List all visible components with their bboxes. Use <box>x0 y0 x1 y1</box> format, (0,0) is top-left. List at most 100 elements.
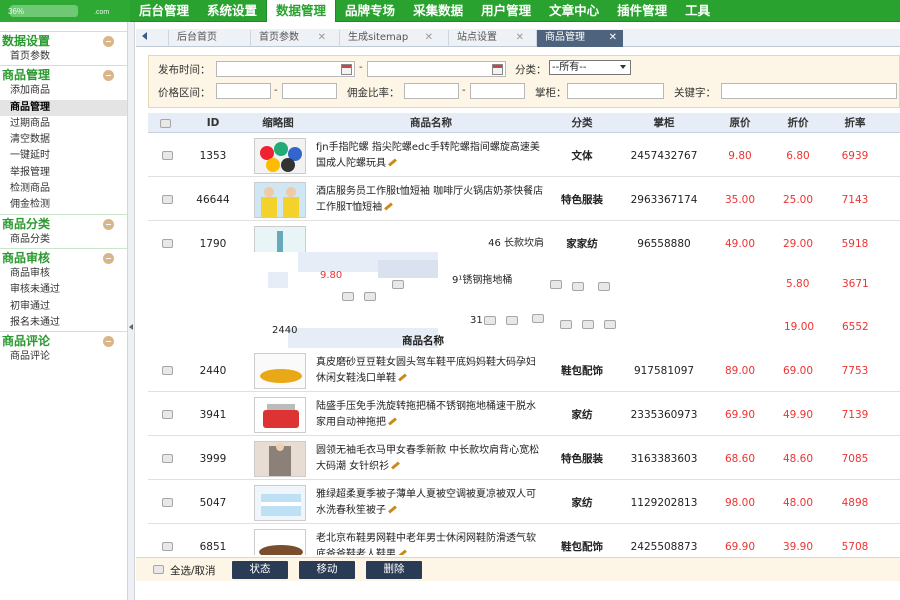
sidebar-item-report-management[interactable]: 举报管理 <box>0 165 127 181</box>
table-row[interactable]: 3941 陆盛手压免手洗旋转拖把桶不锈钢拖地桶速干脱水家用自动神拖把 家纺 23… <box>148 393 900 436</box>
edit-pencil-icon[interactable] <box>398 549 407 555</box>
keyword-input[interactable] <box>721 83 897 99</box>
sidebar-item-goods-comments[interactable]: 商品评论 <box>0 349 127 365</box>
select-all-label[interactable]: 全选/取消 <box>170 563 216 578</box>
nav-backend[interactable]: 后台管理 <box>130 0 198 22</box>
collapse-icon[interactable] <box>103 36 114 47</box>
nav-data-management[interactable]: 数据管理 <box>266 0 337 22</box>
tab-sitemap[interactable]: 生成sitemap ✕ <box>339 30 439 47</box>
nav-system-settings[interactable]: 系统设置 <box>198 0 266 22</box>
row-name[interactable]: 老北京布鞋男网鞋中老年男士休闲网鞋防滑透气软底爸爸鞋老人鞋男 <box>316 525 546 555</box>
table-row[interactable]: 5047 雅绿超柔夏季被子薄单人夏被空调被夏凉被双人可水洗春秋笙被子 家纺 11… <box>148 481 900 524</box>
collapse-icon[interactable] <box>103 70 114 82</box>
sidebar-item-goods-management[interactable]: 商品管理 <box>0 99 127 116</box>
commission-max-input[interactable] <box>470 83 525 99</box>
product-thumbnail[interactable] <box>254 440 306 477</box>
edit-pencil-icon[interactable] <box>398 373 407 382</box>
select-all-header-checkbox[interactable] <box>160 113 174 133</box>
sidebar-item-commission-check[interactable]: 佣金检测 <box>0 197 127 213</box>
sidebar-item-home-params[interactable]: 首页参数 <box>0 49 127 65</box>
select-all-checkbox[interactable] <box>153 565 164 574</box>
row-name[interactable]: 雅绿超柔夏季被子薄单人夏被空调被夏凉被双人可水洗春秋笙被子 <box>316 481 546 524</box>
sidebar-item-goods-category[interactable]: 商品分类 <box>0 232 127 248</box>
sidebar-group-goods-management[interactable]: 商品管理 <box>0 65 127 83</box>
row-name[interactable]: 陆盛手压免手洗旋转拖把桶不锈钢拖地桶速干脱水家用自动神拖把 <box>316 393 546 436</box>
row-checkbox[interactable] <box>161 239 173 248</box>
row-checkbox[interactable] <box>161 454 173 463</box>
edit-pencil-icon[interactable] <box>388 158 397 167</box>
product-thumbnail[interactable] <box>254 484 306 521</box>
sidebar-item-clear-data[interactable]: 清空数据 <box>0 132 127 148</box>
product-thumbnail[interactable] <box>254 528 306 555</box>
tab-backend-home[interactable]: 后台首页 <box>168 30 244 47</box>
publish-time-label: 发布时间： <box>158 64 211 76</box>
sidebar-item-one-click-delay[interactable]: 一键延时 <box>0 148 127 164</box>
table-row[interactable]: 1353 fjn手指陀螺 指尖陀螺edc手转陀螺指间螺旋高速美国成人陀螺玩具 文… <box>148 134 900 177</box>
status-button[interactable]: 状态 <box>232 561 288 579</box>
nav-brand-special[interactable]: 品牌专场 <box>336 0 404 22</box>
sidebar-item-expired-goods[interactable]: 过期商品 <box>0 116 127 132</box>
row-name[interactable]: 酒店服务员工作服t恤短袖 咖啡厅火锅店奶茶快餐店工作服T恤短袖 <box>316 178 546 221</box>
shop-input[interactable] <box>567 83 664 99</box>
sidebar-splitter[interactable] <box>127 22 135 600</box>
sidebar-item-first-review-passed[interactable]: 初审通过 <box>0 299 127 315</box>
collapse-icon[interactable] <box>103 336 114 348</box>
row-checkbox[interactable] <box>161 366 173 375</box>
collapse-left-icon[interactable] <box>129 324 133 330</box>
table-row[interactable]: 2440 真皮磨砂豆豆鞋女圆头驾车鞋平底妈妈鞋大码孕妇休闲女鞋浅口单鞋 鞋包配饰… <box>148 349 900 392</box>
edit-pencil-icon[interactable] <box>384 202 394 211</box>
nav-tools[interactable]: 工具 <box>676 0 719 22</box>
tab-home-params[interactable]: 首页参数 ✕ <box>250 30 332 47</box>
close-icon[interactable]: ✕ <box>425 30 433 46</box>
row-checkbox[interactable] <box>161 151 173 160</box>
table-row[interactable]: 6851 老北京布鞋男网鞋中老年男士休闲网鞋防滑透气软底爸爸鞋老人鞋男 鞋包配饰… <box>148 525 900 555</box>
product-thumbnail[interactable] <box>254 137 306 174</box>
edit-pencil-icon[interactable] <box>388 417 397 426</box>
product-thumbnail[interactable] <box>254 181 306 218</box>
product-thumbnail[interactable] <box>254 352 306 389</box>
commission-min-input[interactable] <box>404 83 459 99</box>
publish-time-start-input[interactable] <box>216 61 355 77</box>
sidebar-item-add-goods[interactable]: 添加商品 <box>0 83 127 99</box>
collapse-icon[interactable] <box>103 252 114 264</box>
row-checkbox[interactable] <box>161 410 173 419</box>
sidebar-item-review-failed[interactable]: 审核未通过 <box>0 282 127 298</box>
nav-collect-data[interactable]: 采集数据 <box>404 0 472 22</box>
delete-button[interactable]: 删除 <box>366 561 422 579</box>
sidebar-group-data-settings[interactable]: 数据设置 <box>0 31 127 49</box>
product-thumbnail[interactable] <box>254 396 306 433</box>
close-icon[interactable]: ✕ <box>609 30 617 46</box>
nav-article-center[interactable]: 文章中心 <box>540 0 608 22</box>
category-select[interactable]: --所有-- <box>549 60 631 75</box>
tab-goods-management[interactable]: 商品管理 ✕ <box>536 30 623 47</box>
calendar-icon[interactable] <box>341 64 352 75</box>
price-max-input[interactable] <box>282 83 337 99</box>
nav-plugin-management[interactable]: 插件管理 <box>608 0 676 22</box>
close-icon[interactable]: ✕ <box>318 30 326 46</box>
collapse-icon[interactable] <box>103 218 114 230</box>
edit-pencil-icon[interactable] <box>388 505 397 514</box>
sidebar-item-check-goods[interactable]: 检测商品 <box>0 181 127 197</box>
row-name[interactable]: 真皮磨砂豆豆鞋女圆头驾车鞋平底妈妈鞋大码孕妇休闲女鞋浅口单鞋 <box>316 349 546 392</box>
table-row[interactable]: 46644 酒店服务员工作服t恤短袖 咖啡厅火锅店奶茶快餐店工作服T恤短袖 特色… <box>148 178 900 221</box>
table-row[interactable]: 3999 圆领无袖毛衣马甲女春季新款 中长款坎肩背心宽松大码潮 女针织衫 特色服… <box>148 437 900 480</box>
publish-time-end-input[interactable] <box>367 61 506 77</box>
edit-pencil-icon[interactable] <box>391 461 401 470</box>
sidebar-item-signup-failed[interactable]: 报名未通过 <box>0 315 127 331</box>
price-min-input[interactable] <box>216 83 271 99</box>
calendar-icon[interactable] <box>492 64 503 75</box>
move-button[interactable]: 移动 <box>299 561 355 579</box>
tab-scroll-left-icon[interactable] <box>142 32 147 40</box>
row-checkbox[interactable] <box>161 542 173 551</box>
row-name[interactable]: 圆领无袖毛衣马甲女春季新款 中长款坎肩背心宽松大码潮 女针织衫 <box>316 437 546 480</box>
sidebar-group-goods-review[interactable]: 商品审核 <box>0 247 127 266</box>
row-name[interactable]: fjn手指陀螺 指尖陀螺edc手转陀螺指间螺旋高速美国成人陀螺玩具 <box>316 134 546 177</box>
tab-site-settings[interactable]: 站点设置 ✕ <box>448 30 530 47</box>
close-icon[interactable]: ✕ <box>516 30 524 46</box>
sidebar-group-goods-comments[interactable]: 商品评论 <box>0 331 127 349</box>
row-checkbox[interactable] <box>161 195 173 204</box>
nav-user-management[interactable]: 用户管理 <box>472 0 540 22</box>
sidebar-item-goods-review[interactable]: 商品审核 <box>0 266 127 282</box>
sidebar-group-goods-category[interactable]: 商品分类 <box>0 213 127 232</box>
row-checkbox[interactable] <box>161 498 173 507</box>
